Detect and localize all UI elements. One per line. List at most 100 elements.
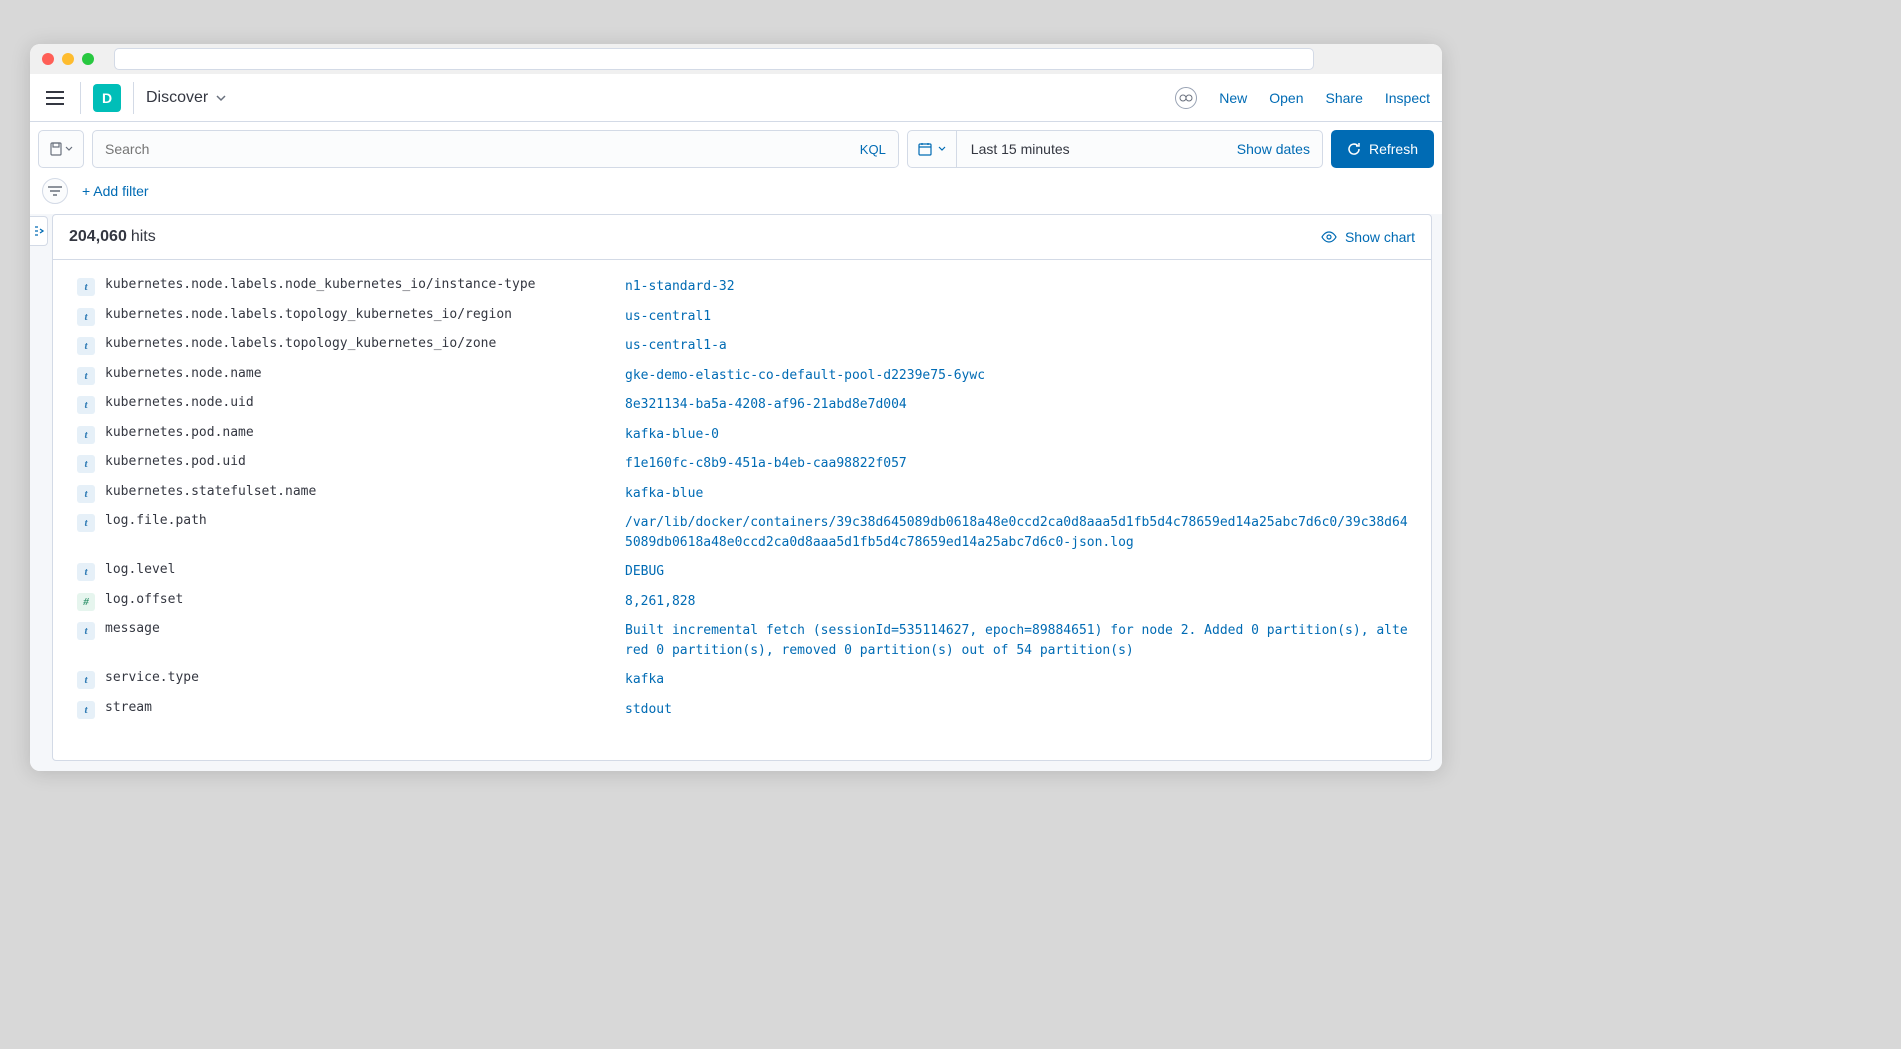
field-name: kubernetes.statefulset.name: [105, 484, 615, 499]
field-name: kubernetes.node.labels.node_kubernetes_i…: [105, 277, 615, 292]
chevron-down-icon: [938, 145, 946, 153]
text-type-icon: t: [77, 671, 95, 689]
field-name: log.offset: [105, 592, 615, 607]
nav-menu-button[interactable]: [42, 87, 68, 109]
field-value[interactable]: 8,261,828: [625, 592, 695, 612]
traffic-lights: [42, 53, 94, 65]
show-chart-label: Show chart: [1345, 229, 1415, 245]
app-badge: D: [93, 84, 121, 112]
chevron-down-icon: [214, 91, 228, 105]
text-type-icon: t: [77, 426, 95, 444]
field-row[interactable]: # log.offset 8,261,828: [77, 587, 1413, 617]
field-value[interactable]: DEBUG: [625, 562, 664, 582]
refresh-icon: [1347, 142, 1361, 156]
refresh-button[interactable]: Refresh: [1331, 130, 1434, 168]
text-type-icon: t: [77, 622, 95, 640]
eye-icon: [1321, 229, 1337, 245]
query-bar: KQL Last 15 minutes Show dates Refresh: [30, 122, 1442, 176]
open-link[interactable]: Open: [1269, 90, 1303, 106]
field-row[interactable]: t kubernetes.node.name gke-demo-elastic-co…: [77, 361, 1413, 391]
search-input-wrap: KQL: [92, 130, 899, 168]
text-type-icon: t: [77, 455, 95, 473]
field-name: stream: [105, 700, 615, 715]
field-value[interactable]: us-central1-a: [625, 336, 727, 356]
field-name: kubernetes.pod.uid: [105, 454, 615, 469]
add-filter-link[interactable]: + Add filter: [82, 183, 149, 199]
field-row[interactable]: t message Built incremental fetch (session…: [77, 616, 1413, 665]
filter-bar: + Add filter: [30, 176, 1442, 214]
app-window: D Discover New Open Share Inspect KQL: [30, 44, 1442, 771]
hits-count: 204,060: [69, 228, 127, 246]
field-value[interactable]: 8e321134-ba5a-4208-af96-21abd8e7d004: [625, 395, 907, 415]
field-row[interactable]: t kubernetes.node.uid 8e321134-ba5a-4208-a…: [77, 390, 1413, 420]
filter-options-button[interactable]: [42, 178, 68, 204]
field-name: kubernetes.node.labels.topology_kubernet…: [105, 307, 615, 322]
field-row[interactable]: t kubernetes.statefulset.name kafka-blue: [77, 479, 1413, 509]
show-dates-link[interactable]: Show dates: [1237, 131, 1322, 167]
field-name: kubernetes.node.uid: [105, 395, 615, 410]
hits-label: hits: [131, 228, 156, 246]
browser-url-box[interactable]: [114, 48, 1314, 70]
field-row[interactable]: t log.level DEBUG: [77, 557, 1413, 587]
field-name: message: [105, 621, 615, 636]
field-value[interactable]: Built incremental fetch (sessionId=53511…: [625, 621, 1413, 660]
app-header: D Discover New Open Share Inspect: [30, 74, 1442, 122]
share-link[interactable]: Share: [1326, 90, 1363, 106]
field-value[interactable]: f1e160fc-c8b9-451a-b4eb-caa98822f057: [625, 454, 907, 474]
field-value[interactable]: gke-demo-elastic-co-default-pool-d2239e7…: [625, 366, 985, 386]
field-name: log.file.path: [105, 513, 615, 528]
app-name-label: Discover: [146, 89, 208, 107]
field-row[interactable]: t kubernetes.pod.uid f1e160fc-c8b9-451a-b4…: [77, 449, 1413, 479]
field-row[interactable]: t kubernetes.node.labels.topology_kuberne…: [77, 331, 1413, 361]
field-name: kubernetes.pod.name: [105, 425, 615, 440]
field-row[interactable]: t service.type kafka: [77, 665, 1413, 695]
calendar-icon: [918, 142, 932, 156]
sidebar-expand-button[interactable]: [30, 216, 48, 246]
field-value[interactable]: us-central1: [625, 307, 711, 327]
chevron-down-icon: [65, 145, 73, 153]
field-name: service.type: [105, 670, 615, 685]
number-type-icon: #: [77, 593, 95, 611]
field-name: kubernetes.node.labels.topology_kubernet…: [105, 336, 615, 351]
maximize-window-dot[interactable]: [82, 53, 94, 65]
text-type-icon: t: [77, 367, 95, 385]
field-value[interactable]: n1-standard-32: [625, 277, 735, 297]
new-link[interactable]: New: [1219, 90, 1247, 106]
field-row[interactable]: tstream stdout: [77, 695, 1413, 725]
field-row[interactable]: tlog.file.path/var/lib/docker/containers…: [77, 508, 1413, 557]
text-type-icon: t: [77, 337, 95, 355]
field-value[interactable]: stdout: [625, 700, 672, 720]
date-quick-select[interactable]: [908, 131, 957, 167]
kql-toggle[interactable]: KQL: [860, 142, 886, 157]
inspect-link[interactable]: Inspect: [1385, 90, 1430, 106]
hits-bar: 204,060 hits Show chart: [53, 215, 1431, 260]
field-name: log.level: [105, 562, 615, 577]
content-area: 204,060 hits Show chart t kubernetes.node…: [30, 214, 1442, 771]
accessibility-icon[interactable]: [1175, 87, 1197, 109]
window-titlebar: [30, 44, 1442, 74]
app-switcher[interactable]: Discover: [146, 89, 228, 107]
text-type-icon: t: [77, 396, 95, 414]
results-panel: 204,060 hits Show chart t kubernetes.node…: [52, 214, 1432, 761]
close-window-dot[interactable]: [42, 53, 54, 65]
text-type-icon: t: [77, 563, 95, 581]
field-row[interactable]: t kubernetes.pod.name kafka-blue-0: [77, 420, 1413, 450]
refresh-label: Refresh: [1369, 141, 1418, 157]
field-value[interactable]: kafka-blue: [625, 484, 703, 504]
date-range-text[interactable]: Last 15 minutes: [957, 131, 1237, 167]
field-row[interactable]: tkubernetes.node.labels.topology_kuberne…: [77, 302, 1413, 332]
text-type-icon: t: [77, 485, 95, 503]
field-value[interactable]: kafka-blue-0: [625, 425, 719, 445]
field-value[interactable]: /var/lib/docker/containers/39c38d645089d…: [625, 513, 1413, 552]
field-list[interactable]: t kubernetes.node.labels.node_kubernetes_…: [53, 260, 1431, 760]
text-type-icon: t: [77, 701, 95, 719]
search-input[interactable]: [105, 131, 852, 167]
text-type-icon: t: [77, 278, 95, 296]
field-value[interactable]: kafka: [625, 670, 664, 690]
saved-query-button[interactable]: [38, 130, 84, 168]
divider: [133, 82, 134, 114]
field-row[interactable]: t kubernetes.node.labels.node_kubernetes_…: [77, 272, 1413, 302]
field-name: kubernetes.node.name: [105, 366, 615, 381]
show-chart-link[interactable]: Show chart: [1321, 229, 1415, 245]
minimize-window-dot[interactable]: [62, 53, 74, 65]
